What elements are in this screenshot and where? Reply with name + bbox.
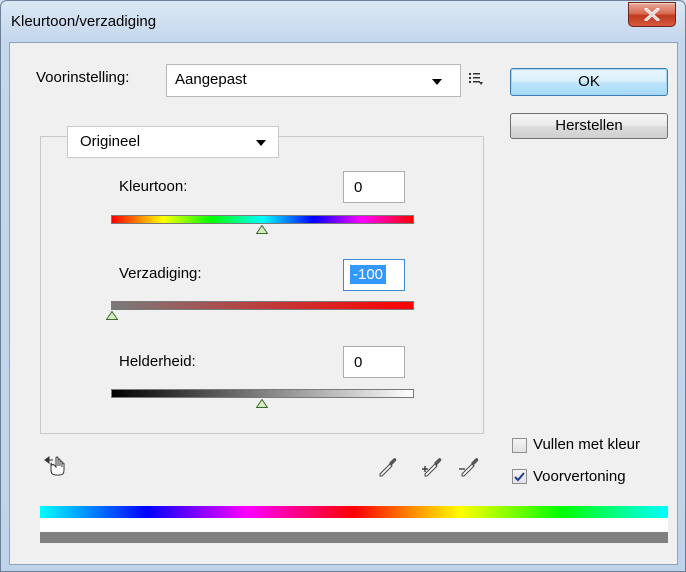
reset-button[interactable]: Herstellen [510,113,668,139]
eyedropper-minus-icon[interactable] [457,455,481,479]
title-bar[interactable]: Kleurtoon/verzadiging [1,1,685,42]
channel-value: Origineel [80,133,141,150]
input-color-bar [40,506,668,518]
eyedropper-plus-icon[interactable] [420,455,444,479]
saturation-input[interactable]: -100 [343,259,405,291]
preset-label: Voorinstelling: [36,69,129,86]
ok-button[interactable]: OK [510,68,668,96]
output-color-bar [40,532,668,543]
colorize-checkbox[interactable] [512,438,527,453]
preset-label-text: Voorinstelling: [36,69,130,86]
target-adjustment-hand-icon[interactable] [44,455,68,477]
lightness-label: Helderheid: [119,353,196,370]
lightness-slider-track[interactable] [111,389,414,398]
checkmark-icon [514,472,525,482]
saturation-label: Verzadiging: [119,265,202,282]
color-bar-separator [40,518,668,532]
close-button[interactable] [628,2,676,27]
hue-label: Kleurtoon: [119,178,188,195]
colorize-label[interactable]: Vullen met kleur [533,436,640,453]
preview-label[interactable]: Voorvertoning [533,468,626,485]
channel-dropdown[interactable]: Origineel [67,126,279,158]
hue-input[interactable]: 0 [343,171,405,203]
dialog-client-area: Voorinstelling: Aangepast OK Herstellen … [9,42,678,565]
lightness-slider-thumb[interactable] [256,399,268,408]
window-title: Kleurtoon/verzadiging [11,13,157,30]
lightness-input-value: 0 [354,354,363,371]
close-icon [644,8,660,21]
preset-menu-icon[interactable] [468,71,484,87]
dialog-window: Kleurtoon/verzadiging Voorinstelling: Aa… [0,0,686,572]
lightness-input[interactable]: 0 [343,346,405,378]
eyedropper-icon[interactable] [377,455,399,477]
preset-value: Aangepast [175,71,247,88]
saturation-input-value: -100 [350,265,387,284]
hue-slider-track[interactable] [111,215,414,224]
preset-dropdown[interactable]: Aangepast [166,64,461,97]
saturation-slider-thumb[interactable] [106,311,118,320]
chevron-down-icon [432,79,442,85]
hue-input-value: 0 [354,179,363,196]
preview-checkbox[interactable] [512,469,527,484]
hue-slider-thumb[interactable] [256,225,268,234]
saturation-slider-track[interactable] [111,301,414,310]
chevron-down-icon [256,140,266,146]
